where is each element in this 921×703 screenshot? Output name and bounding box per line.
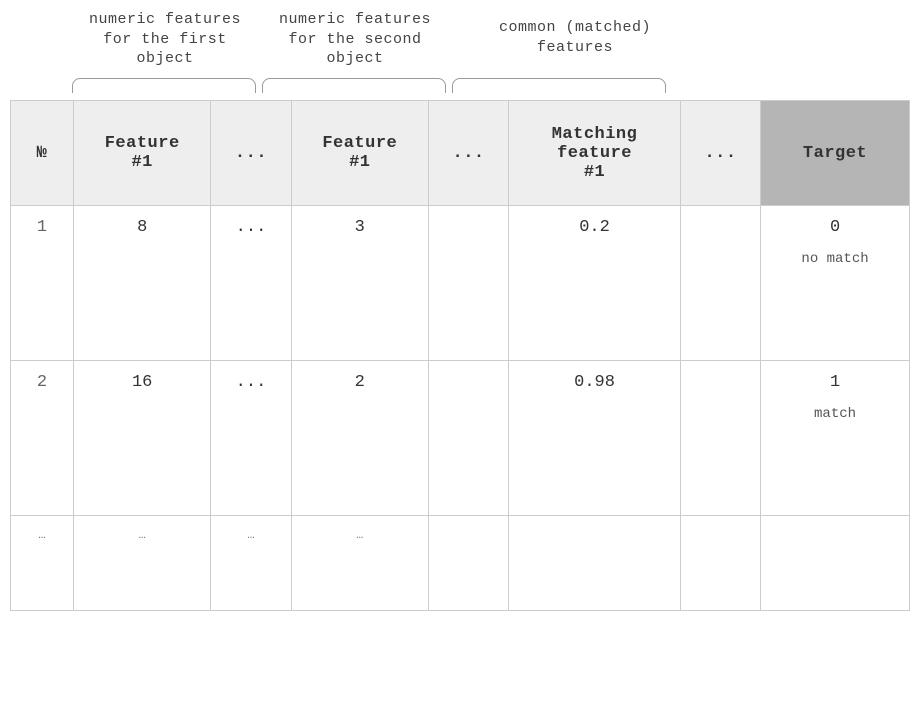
cell-f1b: 2 xyxy=(291,361,428,516)
cell-f1b: 3 xyxy=(291,206,428,361)
target-value: 1 xyxy=(830,373,840,392)
cell-dots: ... xyxy=(211,206,291,361)
cell-ellipsis xyxy=(761,516,910,611)
bracket-group1 xyxy=(72,78,256,93)
bracket-group3 xyxy=(452,78,666,93)
cell-ellipsis xyxy=(428,516,508,611)
cell-dots xyxy=(428,361,508,516)
cell-f1a: 16 xyxy=(73,361,210,516)
feature-table: № Feature #1 ... Feature #1 ... Matching… xyxy=(10,100,910,611)
cell-ellipsis: … xyxy=(11,516,74,611)
header-matching: Matching feature #1 xyxy=(509,101,681,206)
table-row: 2 16 ... 2 0.98 1 match xyxy=(11,361,910,516)
cell-f1a: 8 xyxy=(73,206,210,361)
cell-target: 1 match xyxy=(761,361,910,516)
cell-ellipsis xyxy=(509,516,681,611)
cell-ellipsis: … xyxy=(73,516,210,611)
cell-match: 0.98 xyxy=(509,361,681,516)
cell-num: 2 xyxy=(11,361,74,516)
table-row-ellipsis: … … … … xyxy=(11,516,910,611)
cell-ellipsis: … xyxy=(211,516,291,611)
cell-match: 0.2 xyxy=(509,206,681,361)
header-feature1a: Feature #1 xyxy=(73,101,210,206)
cell-dots: ... xyxy=(211,361,291,516)
target-label: no match xyxy=(767,251,903,267)
cell-dots xyxy=(428,206,508,361)
annotation-group3: common (matched) features xyxy=(470,18,680,57)
table-row: 1 8 ... 3 0.2 0 no match xyxy=(11,206,910,361)
header-num: № xyxy=(11,101,74,206)
annotation-group1: numeric features for the first object xyxy=(70,10,260,69)
header-feature1b: Feature #1 xyxy=(291,101,428,206)
cell-num: 1 xyxy=(11,206,74,361)
target-value: 0 xyxy=(830,218,840,237)
header-row: № Feature #1 ... Feature #1 ... Matching… xyxy=(11,101,910,206)
header-dots2: ... xyxy=(428,101,508,206)
cell-target: 0 no match xyxy=(761,206,910,361)
cell-dots xyxy=(680,206,760,361)
header-dots3: ... xyxy=(680,101,760,206)
annotation-group2: numeric features for the second object xyxy=(260,10,450,69)
header-target: Target xyxy=(761,101,910,206)
header-dots1: ... xyxy=(211,101,291,206)
bracket-group2 xyxy=(262,78,446,93)
cell-ellipsis: … xyxy=(291,516,428,611)
cell-dots xyxy=(680,361,760,516)
target-label: match xyxy=(767,406,903,422)
cell-ellipsis xyxy=(680,516,760,611)
column-annotations: numeric features for the first object nu… xyxy=(10,10,910,100)
